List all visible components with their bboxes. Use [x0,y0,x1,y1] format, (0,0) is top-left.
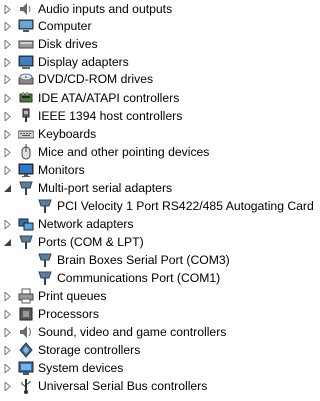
storage-controller-icon [18,342,34,358]
expand-arrow-icon[interactable] [3,94,12,103]
tree-child-pci-velocity[interactable]: PCI Velocity 1 Port RS422/485 Autogating… [0,197,314,215]
expand-arrow-icon[interactable] [3,130,12,139]
monitor-icon [18,162,34,178]
tree-node-usb-controllers[interactable]: Universal Serial Bus controllers [0,377,308,395]
serial-port-icon [18,234,34,250]
tree-node-label: IEEE 1394 host controllers [38,109,183,123]
tree-node-label: IDE ATA/ATAPI controllers [38,91,180,105]
expand-arrow-icon[interactable] [3,58,12,67]
tree-node-label: Multi-port serial adapters [38,181,173,195]
serial-port-icon [37,270,53,286]
disk-drive-icon [18,36,34,52]
tree-node-label: Monitors [38,163,85,177]
collapse-arrow-icon[interactable] [3,238,12,247]
tree-node-network-adapters[interactable]: Network adapters [0,215,308,233]
serial-port-icon [37,252,53,268]
expand-arrow-icon[interactable] [3,166,12,175]
expand-arrow-icon[interactable] [3,5,12,14]
tree-node-display-adapters[interactable]: Display adapters [0,53,308,71]
tree-child-brainboxes-com3[interactable]: Brain Boxes Serial Port (COM3) [0,251,308,269]
tree-node-label: Audio inputs and outputs [38,2,173,16]
expand-arrow-icon[interactable] [3,40,12,49]
tree-node-label: Network adapters [38,217,134,231]
tree-node-label: Mice and other pointing devices [38,145,210,159]
expand-arrow-icon[interactable] [3,75,12,84]
expand-arrow-icon[interactable] [3,364,12,373]
collapse-arrow-icon[interactable] [3,184,12,193]
tree-node-sound-video-game[interactable]: Sound, video and game controllers [0,323,308,341]
tree-node-label: System devices [38,361,124,375]
tree-node-label: Display adapters [38,55,129,69]
expand-arrow-icon[interactable] [3,382,12,391]
tree-node-system-devices[interactable]: System devices [0,359,308,377]
mouse-icon [18,144,34,160]
tree-node-label: Processors [38,307,99,321]
expand-arrow-icon[interactable] [3,328,12,337]
keyboard-icon [18,126,34,142]
expand-arrow-icon[interactable] [3,112,12,121]
tree-node-label: Sound, video and game controllers [38,325,227,339]
firewire-icon [18,108,34,124]
system-devices-icon [18,360,34,376]
sound-icon [18,324,34,340]
tree-node-monitors[interactable]: Monitors [0,161,308,179]
tree-child-communications-com1[interactable]: Communications Port (COM1) [0,269,308,287]
tree-node-label: PCI Velocity 1 Port RS422/485 Autogating… [57,199,314,213]
dvd-drive-icon [18,71,34,87]
expand-arrow-icon[interactable] [3,22,12,31]
tree-node-label: Universal Serial Bus controllers [38,379,208,393]
tree-node-multiport-serial[interactable]: Multi-port serial adapters [0,179,308,197]
tree-node-label: Storage controllers [38,343,141,357]
tree-node-label: Disk drives [38,37,98,51]
tree-node-keyboards[interactable]: Keyboards [0,125,308,143]
expand-arrow-icon[interactable] [3,220,12,229]
tree-node-audio[interactable]: Audio inputs and outputs [0,0,308,18]
speaker-icon [18,1,34,17]
serial-port-icon [37,198,53,214]
tree-node-label: Communications Port (COM1) [57,271,221,285]
tree-node-disk-drives[interactable]: Disk drives [0,35,308,53]
tree-node-processors[interactable]: Processors [0,305,308,323]
display-adapter-icon [18,54,34,70]
expand-arrow-icon[interactable] [3,292,12,301]
tree-node-dvd-drives[interactable]: DVD/CD-ROM drives [0,70,308,88]
device-tree: Audio inputs and outputs Computer Disk d… [0,0,314,401]
tree-node-mice[interactable]: Mice and other pointing devices [0,143,308,161]
tree-node-label: Keyboards [38,127,97,141]
tree-node-label: Ports (COM & LPT) [38,235,144,249]
tree-node-ports[interactable]: Ports (COM & LPT) [0,233,308,251]
serial-port-icon [18,180,34,196]
expand-arrow-icon[interactable] [3,148,12,157]
tree-node-label: Brain Boxes Serial Port (COM3) [57,253,230,267]
usb-icon [18,378,34,394]
tree-node-print-queues[interactable]: Print queues [0,287,308,305]
ide-controller-icon [18,90,34,106]
tree-node-label: Computer [38,19,92,33]
expand-arrow-icon[interactable] [3,346,12,355]
tree-node-ieee1394[interactable]: IEEE 1394 host controllers [0,107,308,125]
processor-icon [18,306,34,322]
expand-arrow-icon[interactable] [3,310,12,319]
tree-node-label: Print queues [38,289,107,303]
tree-node-storage-controllers[interactable]: Storage controllers [0,341,308,359]
tree-node-computer[interactable]: Computer [0,17,308,35]
printer-icon [18,288,34,304]
network-adapter-icon [18,216,34,232]
tree-node-ide-controllers[interactable]: IDE ATA/ATAPI controllers [0,89,308,107]
computer-icon [18,18,34,34]
tree-node-label: DVD/CD-ROM drives [38,72,154,86]
